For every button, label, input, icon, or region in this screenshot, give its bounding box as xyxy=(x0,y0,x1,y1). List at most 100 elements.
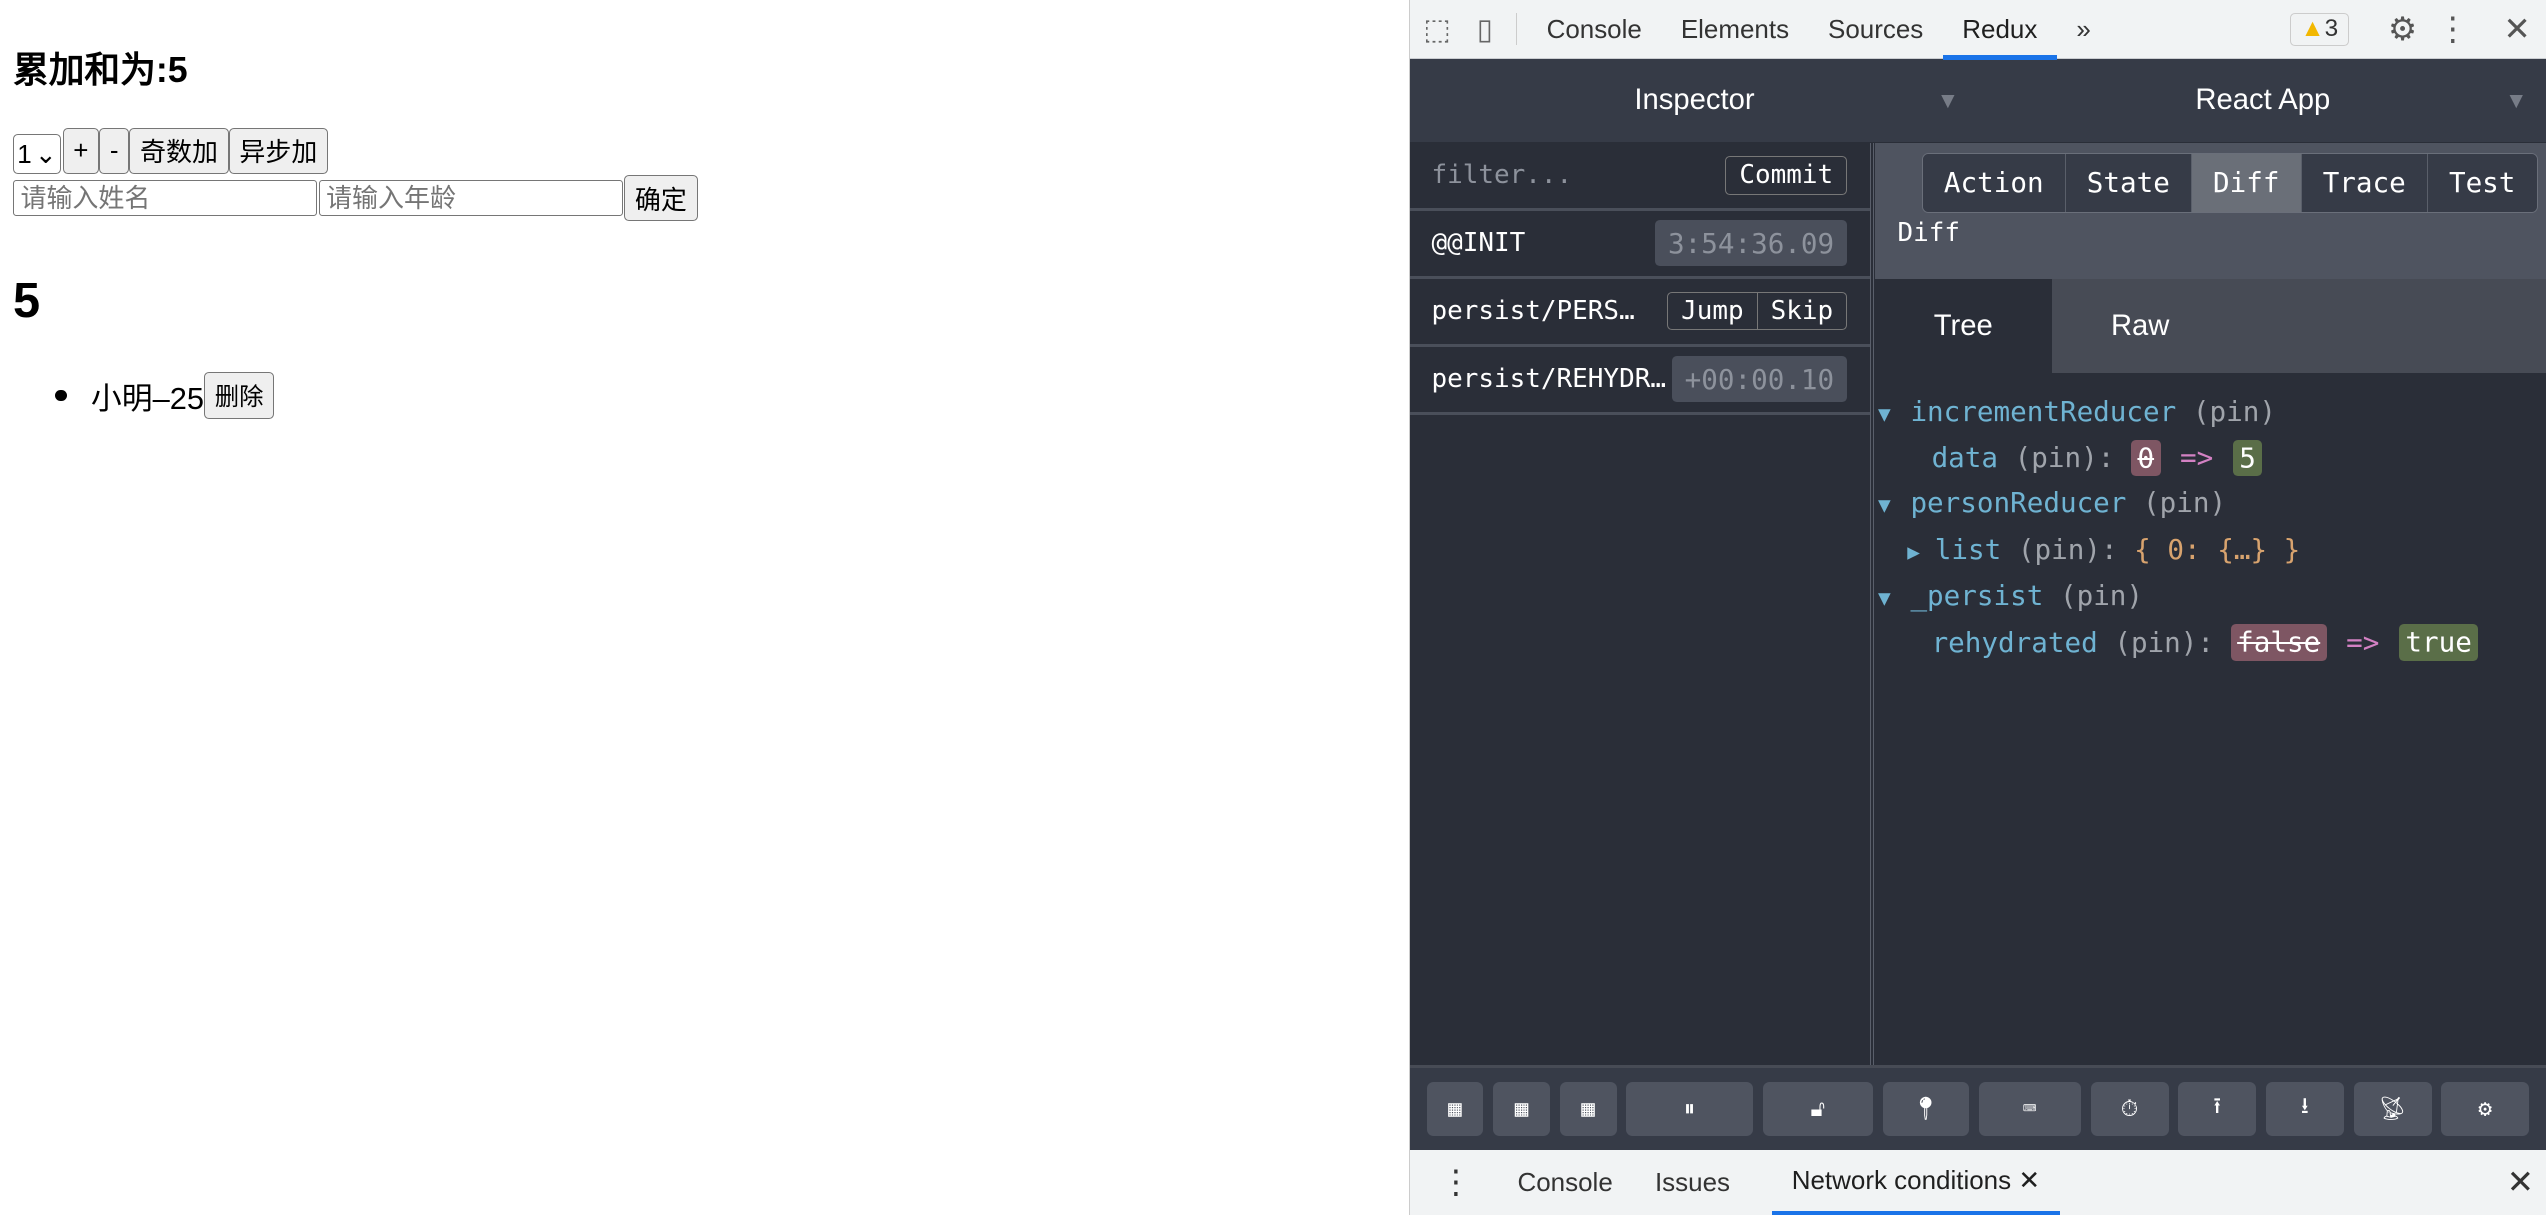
more-tabs-button[interactable]: » xyxy=(2057,0,2110,58)
expanded-triangle-icon[interactable]: ▼ xyxy=(1875,483,1911,528)
download-icon[interactable]: ⭳ xyxy=(2265,1082,2344,1136)
filter-input[interactable]: filter... xyxy=(1431,160,1572,190)
dock-right-icon[interactable]: ▦ xyxy=(1493,1082,1550,1136)
dock-bottom-icon[interactable]: ▦ xyxy=(1559,1082,1617,1136)
drawer-tab-issues[interactable]: Issues xyxy=(1635,1167,1772,1198)
tree-node[interactable]: ▼ _persist (pin) xyxy=(1875,574,2546,621)
node-key: rehydrated xyxy=(1931,625,2098,659)
diff-label: Diff xyxy=(1897,217,1960,248)
drawer-tab-console[interactable]: Console xyxy=(1495,1167,1636,1198)
increment-select[interactable]: 1 ⌄ xyxy=(12,134,61,174)
action-name: persist/REHYDR… xyxy=(1431,364,1666,395)
keyboard-icon[interactable]: ⌨ xyxy=(1978,1082,2081,1136)
instance-select[interactable]: React App ▼ xyxy=(1979,59,2546,142)
pin-link[interactable]: (pin) xyxy=(2114,626,2197,659)
action-row[interactable]: persist/REHYDR… +00:00.10 xyxy=(1410,347,1870,415)
action-row[interactable]: persist/PERS… Jump Skip xyxy=(1410,279,1870,347)
tab-test[interactable]: Test xyxy=(2427,153,2537,213)
pin-link[interactable]: (pin) xyxy=(2193,395,2276,428)
diff-arrow: => xyxy=(2180,441,2214,475)
pin-link[interactable]: (pin) xyxy=(2143,486,2226,519)
device-toggle-icon[interactable]: ▯ xyxy=(1464,12,1506,47)
upload-icon[interactable]: ⭱ xyxy=(2178,1082,2257,1136)
commit-button[interactable]: Commit xyxy=(1725,156,1848,195)
dock-left-icon[interactable]: ▦ xyxy=(1426,1082,1484,1136)
app-page: 累加和为:5 1 ⌄ + - 奇数加 异步加 请输入姓名 请输入年龄 确定 5 小… xyxy=(0,0,1410,1215)
jump-button[interactable]: Jump xyxy=(1667,291,1758,331)
lock-icon[interactable]: 🔓︎ xyxy=(1762,1082,1874,1136)
name-input[interactable]: 请输入姓名 xyxy=(12,180,317,217)
skip-button[interactable]: Skip xyxy=(1757,291,1848,331)
tree-node: data (pin): 0 => 5 xyxy=(1875,436,2546,481)
remote-antenna-icon[interactable]: 📡︎ xyxy=(2353,1082,2432,1136)
delete-button[interactable]: 删除 xyxy=(204,371,275,419)
sum-heading: 累加和为:5 xyxy=(12,50,188,91)
node-key: personReducer xyxy=(1910,485,2127,519)
stopwatch-icon[interactable]: ⏱ xyxy=(2090,1082,2169,1136)
tab-tree[interactable]: Tree xyxy=(1874,279,2052,374)
drawer-tab-network-conditions[interactable]: Network conditions ✕ xyxy=(1772,1150,2060,1215)
tree-node[interactable]: ▼ personReducer (pin) xyxy=(1875,481,2546,528)
bullet xyxy=(55,389,67,402)
action-row[interactable]: @@INIT 3:54:36.09 xyxy=(1410,211,1870,279)
added-value: 5 xyxy=(2232,439,2263,476)
monitor-label: Inspector xyxy=(1634,84,1755,117)
tab-redux[interactable]: Redux xyxy=(1942,0,2058,61)
caret-down-icon: ▼ xyxy=(1936,87,1960,114)
collapsed-triangle-icon[interactable]: ▶ xyxy=(1904,530,1935,575)
age-input[interactable]: 请输入年龄 xyxy=(318,180,623,217)
removed-value: 0 xyxy=(2130,439,2161,476)
action-name: persist/PERS… xyxy=(1431,296,1635,327)
tab-console[interactable]: Console xyxy=(1527,0,1661,58)
tab-elements[interactable]: Elements xyxy=(1661,0,1808,58)
node-key: data xyxy=(1931,441,1999,475)
tab-state[interactable]: State xyxy=(2065,153,2192,213)
pin-link[interactable]: (pin) xyxy=(2018,533,2101,566)
settings-gear-icon[interactable]: ⚙ xyxy=(2388,10,2417,48)
more-options-icon[interactable]: ⋮ xyxy=(2437,10,2469,48)
confirm-button[interactable]: 确定 xyxy=(624,175,698,221)
pin-link[interactable]: (pin) xyxy=(2015,441,2098,474)
caret-down-icon: ▼ xyxy=(2504,87,2528,114)
tab-action[interactable]: Action xyxy=(1922,153,2066,213)
close-icon[interactable]: ✕ xyxy=(2503,10,2530,48)
select-value: 1 xyxy=(17,138,32,169)
tree-node: rehydrated (pin): false => true xyxy=(1875,621,2546,666)
expanded-triangle-icon[interactable]: ▼ xyxy=(1875,576,1911,621)
async-add-button[interactable]: 异步加 xyxy=(228,128,329,174)
warnings-badge[interactable]: ▲3 xyxy=(2289,12,2349,46)
bottom-drawer: ⋮ Console Issues Network conditions ✕ ✕ xyxy=(1410,1149,2546,1215)
added-value: true xyxy=(2398,624,2479,661)
node-key: list xyxy=(1934,532,2002,566)
warning-icon: ▲ xyxy=(2300,15,2325,43)
expanded-triangle-icon[interactable]: ▼ xyxy=(1875,392,1911,437)
minus-button[interactable]: - xyxy=(99,128,130,174)
pin-icon[interactable]: 📍︎ xyxy=(1882,1082,1969,1136)
odd-add-button[interactable]: 奇数加 xyxy=(129,128,229,174)
tree-node[interactable]: ▼ incrementReducer (pin) xyxy=(1875,390,2546,437)
monitor-select[interactable]: Inspector ▼ xyxy=(1410,59,1978,142)
person-text: 小明–25 xyxy=(90,380,205,416)
action-time: 3:54:36.09 xyxy=(1655,220,1848,267)
diff-tree: ▼ incrementReducer (pin) data (pin): 0 => 5… xyxy=(1875,373,2546,665)
node-value: { 0: {…} } xyxy=(2134,532,2301,566)
pause-icon[interactable]: ⏸ xyxy=(1626,1082,1753,1136)
tab-raw[interactable]: Raw xyxy=(2052,279,2229,373)
drawer-menu-icon[interactable]: ⋮ xyxy=(1410,1163,1494,1201)
close-drawer-icon[interactable]: ✕ xyxy=(2507,1163,2534,1201)
chevron-down-icon: ⌄ xyxy=(34,138,57,169)
instance-label: React App xyxy=(2195,84,2331,117)
tab-sources[interactable]: Sources xyxy=(1809,0,1943,58)
plus-button[interactable]: + xyxy=(62,128,100,174)
close-tab-icon[interactable]: ✕ xyxy=(2018,1165,2040,1195)
tab-diff[interactable]: Diff xyxy=(2191,153,2302,213)
list-item: 小明–25 删除 xyxy=(55,371,275,419)
node-key: incrementReducer xyxy=(1910,394,2177,428)
settings-gear-icon[interactable]: ⚙ xyxy=(2441,1082,2529,1136)
tree-node[interactable]: ▶ list (pin): { 0: {…} } xyxy=(1875,528,2546,575)
warning-count: 3 xyxy=(2324,15,2339,43)
inspect-element-icon[interactable]: ⬚ xyxy=(1410,12,1464,47)
tab-trace[interactable]: Trace xyxy=(2301,153,2428,213)
devtools: ⬚ ▯ Console Elements Sources Redux » ▲3 … xyxy=(1409,0,2546,1215)
pin-link[interactable]: (pin) xyxy=(2060,579,2143,612)
